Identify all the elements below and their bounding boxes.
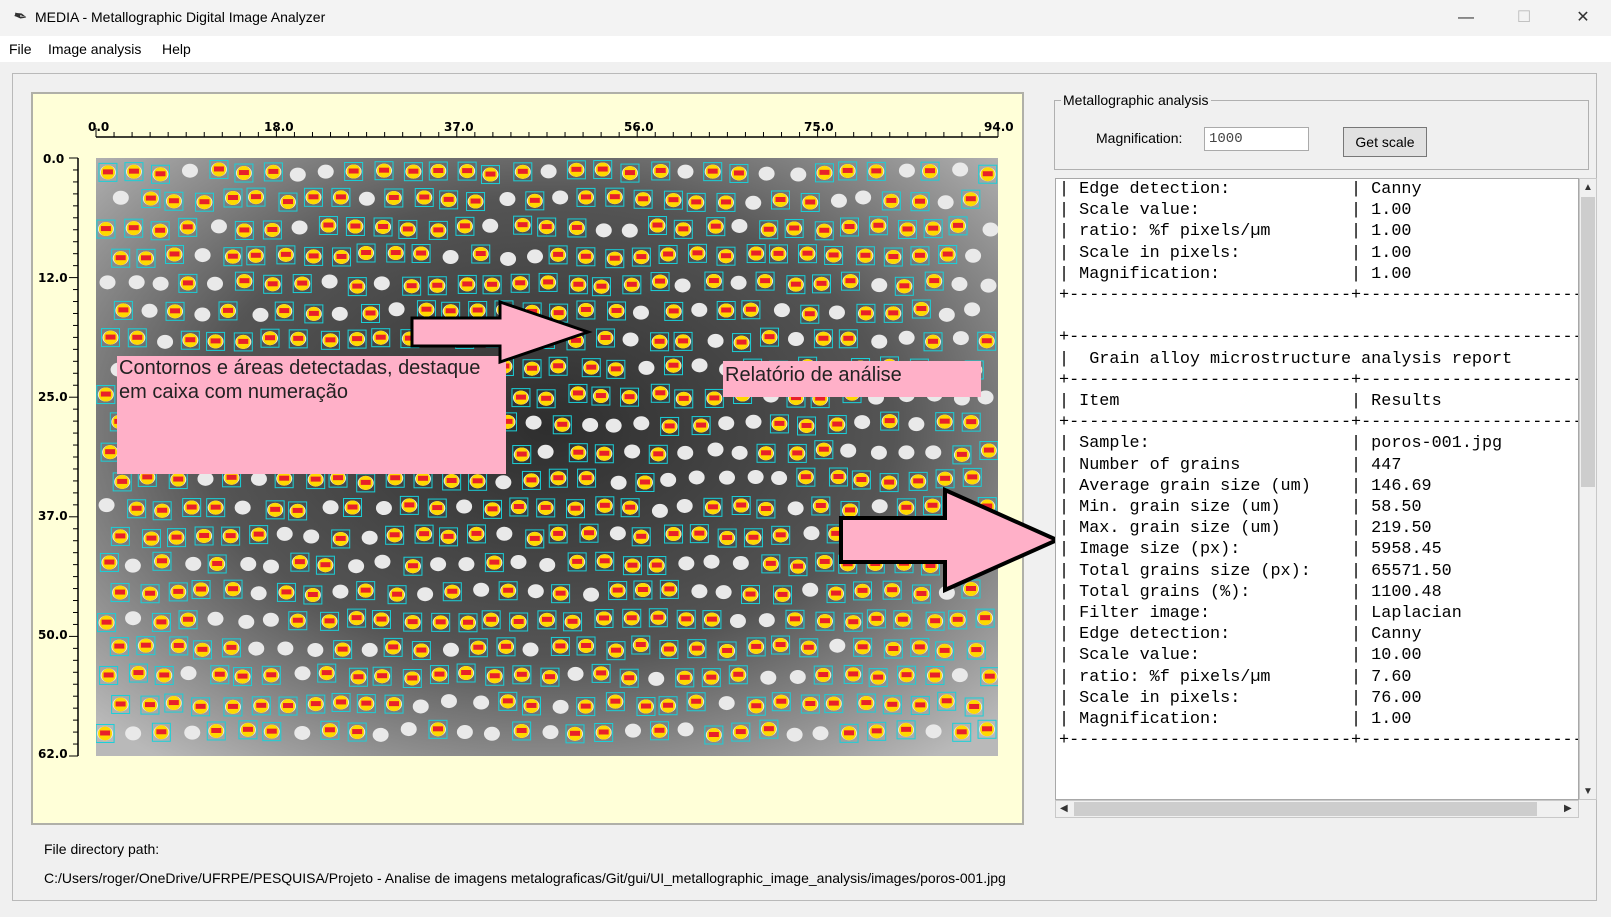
x-tick-label: 18.0 <box>264 120 294 134</box>
report-text: | Edge detection: | Canny | Scale value:… <box>1059 180 1579 751</box>
maximize-button[interactable]: ☐ <box>1496 0 1552 36</box>
scroll-left-icon[interactable]: ◀ <box>1060 802 1068 816</box>
feather-icon: ✒ <box>10 5 30 28</box>
vertical-scroll-thumb[interactable] <box>1581 197 1595 487</box>
menu-file[interactable]: File <box>9 41 32 57</box>
menu-help[interactable]: Help <box>162 41 191 57</box>
y-tick-label: 62.0 <box>38 747 68 761</box>
scroll-up-icon[interactable]: ▲ <box>1583 181 1593 195</box>
group-title: Metallographic analysis <box>1061 92 1211 108</box>
magnification-label: Magnification: <box>1096 130 1183 146</box>
y-tick-label: 12.0 <box>38 271 68 285</box>
x-tick-label: 94.0 <box>984 120 1014 134</box>
title-bar: ✒ MEDIA - Metallographic Digital Image A… <box>0 0 1611 37</box>
menu-image-analysis[interactable]: Image analysis <box>48 41 141 57</box>
y-tick-label: 25.0 <box>38 390 68 404</box>
file-path-value: C:/Users/roger/OneDrive/UFRPE/PESQUISA/P… <box>44 870 1006 886</box>
magnification-input[interactable] <box>1204 127 1309 151</box>
x-tick-label: 56.0 <box>624 120 654 134</box>
window-title: MEDIA - Metallographic Digital Image Ana… <box>35 9 326 25</box>
file-path-label: File directory path: <box>44 841 160 857</box>
annotation-contours: Contornos e áreas detectadas, destaque e… <box>117 356 506 474</box>
y-tick-label: 50.0 <box>38 628 68 642</box>
menu-bar: File Image analysis Help <box>0 36 1611 62</box>
x-tick-label: 37.0 <box>444 120 474 134</box>
x-tick-label: 75.0 <box>804 120 834 134</box>
minimize-button[interactable]: — <box>1438 0 1494 36</box>
annotation-report: Relatório de análise <box>723 361 981 397</box>
x-tick-label: 0.0 <box>88 120 110 134</box>
horizontal-scroll-thumb[interactable] <box>1074 802 1537 816</box>
get-scale-button[interactable]: Get scale <box>1343 127 1427 157</box>
scroll-right-icon[interactable]: ▶ <box>1564 802 1572 816</box>
y-tick-label: 37.0 <box>38 509 68 523</box>
analysis-report[interactable]: | Edge detection: | Canny | Scale value:… <box>1055 178 1579 800</box>
close-button[interactable]: ✕ <box>1555 0 1611 36</box>
y-tick-label: 0.0 <box>43 152 65 166</box>
scroll-down-icon[interactable]: ▼ <box>1583 785 1593 799</box>
